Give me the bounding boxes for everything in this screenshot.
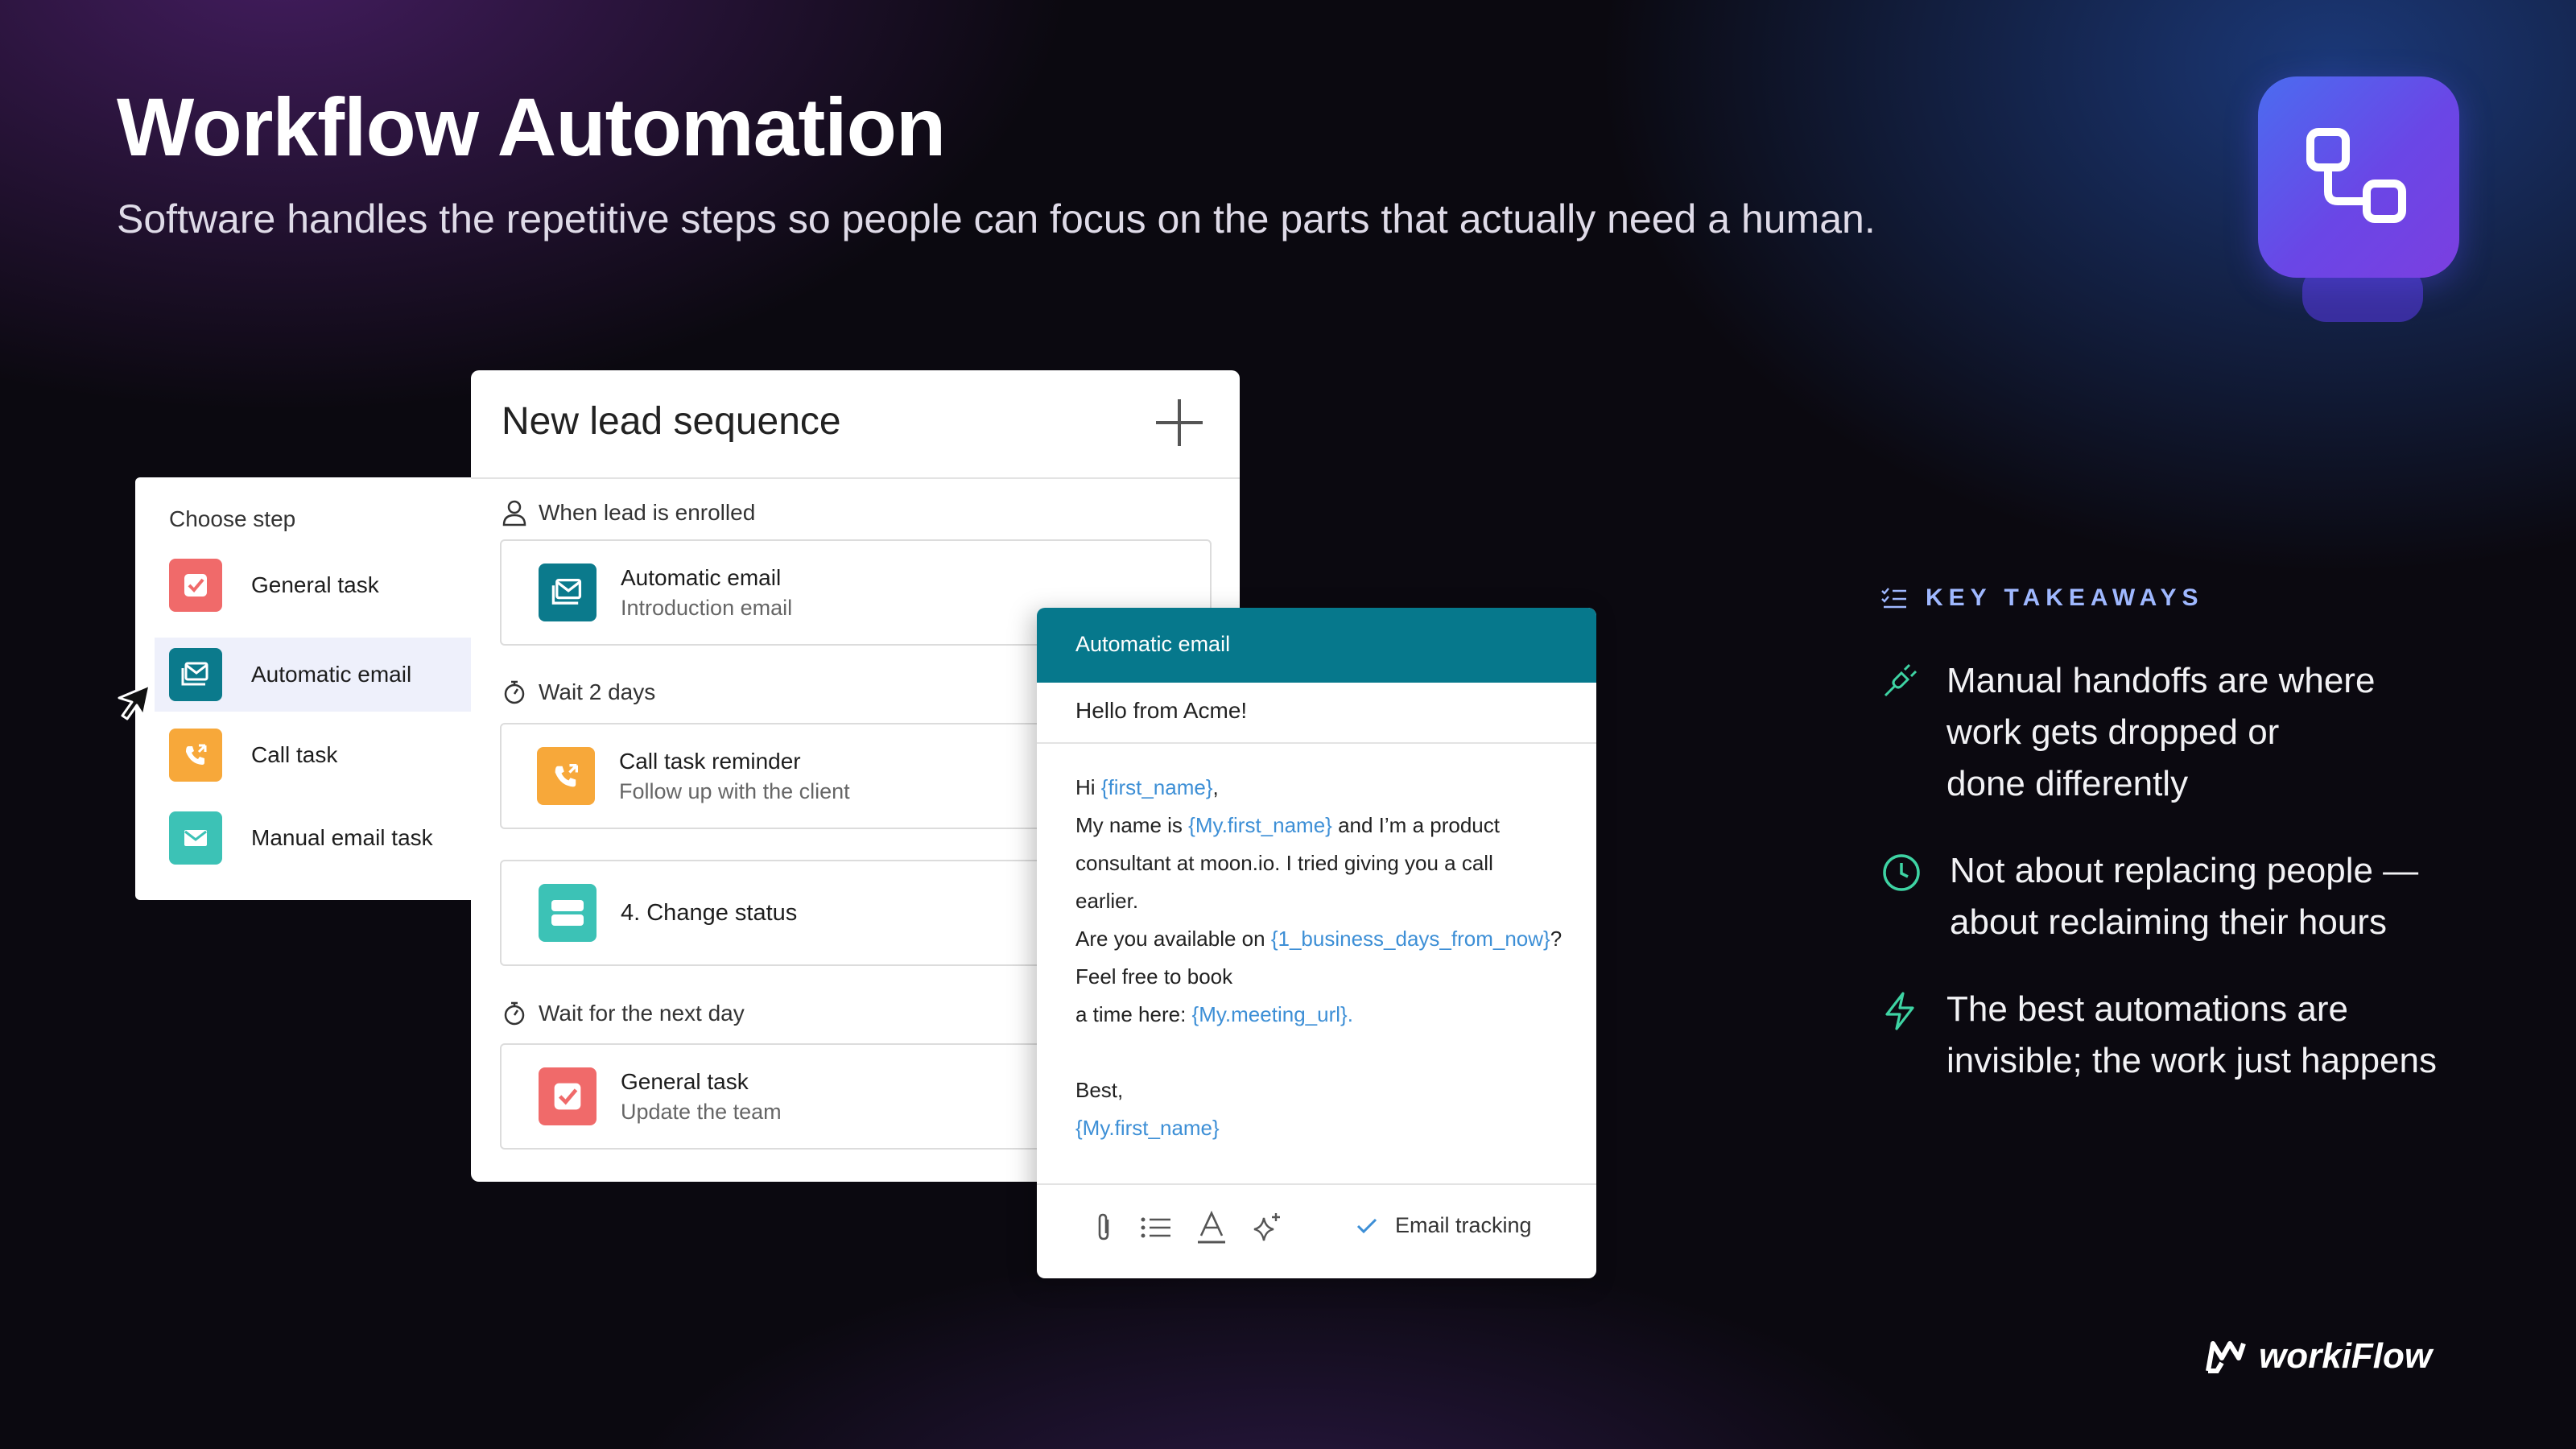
chooser-item-automatic-email[interactable]: Automatic email <box>155 638 480 712</box>
step-subtitle: Update the team <box>621 1099 782 1124</box>
template-variable: {My.first_name} <box>1188 813 1332 837</box>
bullet-list-icon <box>1141 1217 1170 1238</box>
template-variable: {My.meeting_url}. <box>1191 1002 1353 1026</box>
text-format-button[interactable] <box>1195 1210 1228 1245</box>
page-subtitle: Software handles the repetitive steps so… <box>117 196 1876 242</box>
email-card-header: Automatic email <box>1037 608 1596 683</box>
checkbox-icon <box>169 559 222 612</box>
takeaway-item: The best automations are invisible; the … <box>1880 984 2437 1087</box>
chooser-item-label: Automatic email <box>251 662 412 687</box>
email-body[interactable]: Hi {first_name}, My name is {My.first_na… <box>1075 769 1575 1147</box>
sequence-header: New lead sequence <box>471 370 1240 479</box>
lightning-icon <box>1885 992 1914 1030</box>
template-variable: {1_business_days_from_now} <box>1270 927 1550 951</box>
checkbox-icon <box>539 1067 597 1125</box>
clock-icon <box>1883 854 1920 891</box>
add-step-button[interactable] <box>1151 394 1208 455</box>
plug-icon <box>1884 663 1918 697</box>
step-subtitle: Introduction email <box>621 595 793 620</box>
template-variable: {first_name} <box>1100 775 1213 799</box>
sequence-title: New lead sequence <box>502 400 841 443</box>
email-stack-icon <box>169 648 222 701</box>
step-subtitle: Follow up with the client <box>619 778 850 803</box>
plus-icon <box>1156 399 1203 446</box>
chooser-item-label: General task <box>251 572 379 597</box>
page-title: Workflow Automation <box>117 81 946 173</box>
text-color-icon <box>1198 1210 1225 1244</box>
chooser-item-call-task[interactable]: Call task <box>158 718 480 792</box>
phone-icon <box>169 729 222 782</box>
ai-assist-button[interactable] <box>1249 1210 1285 1245</box>
step-title: 4. Change status <box>621 899 798 926</box>
divider <box>1037 1183 1596 1185</box>
mouse-cursor-icon <box>114 680 156 726</box>
status-icon <box>539 884 597 942</box>
step-title: General task <box>621 1068 749 1094</box>
wait-label: Wait for the next day <box>502 1000 745 1027</box>
automatic-email-card: Automatic email Hello from Acme! Hi {fir… <box>1037 608 1596 1278</box>
envelope-icon <box>169 811 222 865</box>
chooser-item-label: Call task <box>251 742 338 767</box>
user-icon <box>502 500 526 526</box>
step-title: Automatic email <box>621 564 782 590</box>
trigger-label: When lead is enrolled <box>502 499 755 526</box>
sparkle-icon <box>1253 1213 1280 1241</box>
workflow-nodes-icon <box>2306 128 2406 223</box>
workflow-app-icon <box>2258 76 2459 278</box>
stopwatch-icon <box>504 680 525 704</box>
takeaway-item: Not about replacing people — about recla… <box>1880 845 2418 948</box>
step-title: Call task reminder <box>619 748 801 774</box>
phone-icon <box>537 747 595 805</box>
list-button[interactable] <box>1138 1212 1174 1244</box>
chooser-item-manual-email-task[interactable]: Manual email task <box>158 801 480 875</box>
brand-logo: workiFlow <box>2206 1336 2432 1377</box>
paperclip-icon <box>1098 1213 1109 1241</box>
checklist-icon <box>1881 588 1906 609</box>
chooser-item-label: Manual email task <box>251 825 433 850</box>
email-subject[interactable]: Hello from Acme! <box>1075 698 1247 724</box>
stopwatch-icon <box>504 1001 525 1026</box>
takeaway-item: Manual handoffs are where work gets drop… <box>1880 655 2375 810</box>
template-variable: {My.first_name} <box>1075 1116 1220 1140</box>
chooser-item-general-task[interactable]: General task <box>158 548 480 622</box>
checkmark-icon <box>1356 1218 1377 1233</box>
email-tracking-toggle[interactable]: Email tracking <box>1355 1213 1532 1238</box>
email-stack-icon <box>539 564 597 621</box>
brand-mark-icon <box>2206 1341 2246 1373</box>
email-toolbar <box>1092 1210 1306 1245</box>
attach-button[interactable] <box>1092 1212 1117 1244</box>
key-takeaways-heading: KEY TAKEAWAYS <box>1880 584 2204 612</box>
wait-label: Wait 2 days <box>502 679 655 706</box>
divider <box>1037 742 1596 744</box>
